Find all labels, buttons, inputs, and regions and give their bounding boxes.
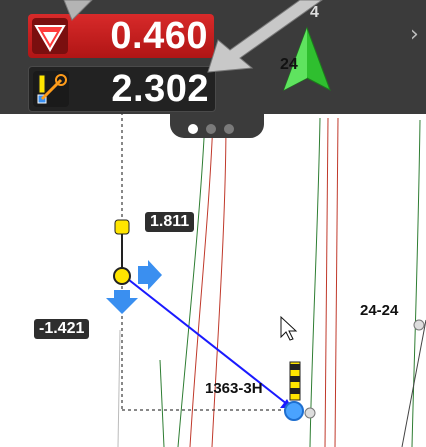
offset-dashed-lines: [121, 100, 294, 411]
current-position-marker: [113, 219, 131, 285]
page-dot-2[interactable]: [206, 124, 216, 134]
offset-horizontal-label: -1.421: [34, 319, 90, 339]
cursor-icon: [280, 315, 298, 341]
target-point-label: 1363-3H: [205, 380, 263, 397]
target-point[interactable]: [284, 401, 304, 421]
direction-arrow-down-icon: [106, 290, 138, 314]
rod-target-icon: [289, 361, 301, 401]
survey-points: [304, 319, 425, 419]
page-dot-3[interactable]: [224, 124, 234, 134]
direction-arrow-right-icon: [138, 260, 162, 290]
annotation-arrows: [63, 0, 323, 73]
page-dot-1[interactable]: [188, 124, 198, 134]
page-indicator[interactable]: [188, 121, 242, 139]
map-linework: [117, 117, 426, 447]
point-label-24-24: 24-24: [360, 302, 399, 319]
hud-panel: 0.460 2.302 › 24 4: [0, 0, 426, 138]
offset-vertical-label: 1.811: [145, 212, 195, 232]
